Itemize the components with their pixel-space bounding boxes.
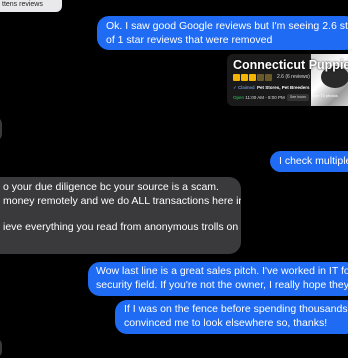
business-title: Connecticut Puppie [233, 58, 348, 72]
business-categories: Pet Stores, Pet Breeders [257, 85, 310, 90]
message-line: If I was on the fence before spending th… [124, 303, 348, 315]
open-status: Open [233, 95, 245, 100]
message-line: ieve everything you read from anonymous … [3, 221, 241, 233]
star-icon [257, 74, 264, 81]
received-message-3: o your due diligence bc your source is a… [0, 177, 241, 254]
message-line: I check multiple [279, 155, 348, 167]
yelp-preview-card[interactable]: Connecticut Puppie 2.6 (6 reviews) ✓ Cla… [227, 54, 348, 106]
browser-tab-fragment[interactable]: ttens reviews [0, 0, 62, 12]
business-hours: Open 11:00 AM - 8:00 PM [233, 95, 285, 100]
message-line: o your due diligence bc your source is a… [3, 181, 219, 193]
received-message-edge-bottom [0, 338, 2, 358]
sent-message-2: I check multiple [270, 151, 348, 172]
star-rating [233, 74, 272, 82]
see-photos-button[interactable]: See 73 photos [312, 93, 338, 98]
message-line: Ok. I saw good Google reviews but I'm se… [106, 20, 348, 32]
star-icon [249, 74, 256, 81]
star-icon [241, 74, 248, 81]
hours-text: 11:00 AM - 8:00 PM [245, 95, 285, 100]
tab-label: ttens reviews [2, 1, 43, 8]
sent-message-5: If I was on the fence before spending th… [115, 300, 348, 334]
star-icon [265, 74, 272, 81]
received-message-edge [0, 117, 2, 141]
message-line: money remotely and we do ALL transaction… [3, 195, 241, 207]
sent-message-4: Wow last line is a great sales pitch. I'… [88, 262, 348, 296]
message-line: convinced me to look elsewhere so, thank… [124, 317, 328, 329]
message-line: Wow last line is a great sales pitch. I'… [96, 265, 348, 277]
star-icon [233, 74, 240, 81]
rating-text: 2.6 (6 reviews) [277, 74, 310, 80]
message-line: security field. If you're not the owner,… [96, 279, 348, 291]
claimed-badge: ✓ Claimed [233, 85, 255, 90]
message-line: of 1 star reviews that were removed [106, 34, 273, 46]
sent-message-1: Ok. I saw good Google reviews but I'm se… [97, 16, 348, 50]
see-hours-button[interactable]: See hours [287, 94, 309, 101]
